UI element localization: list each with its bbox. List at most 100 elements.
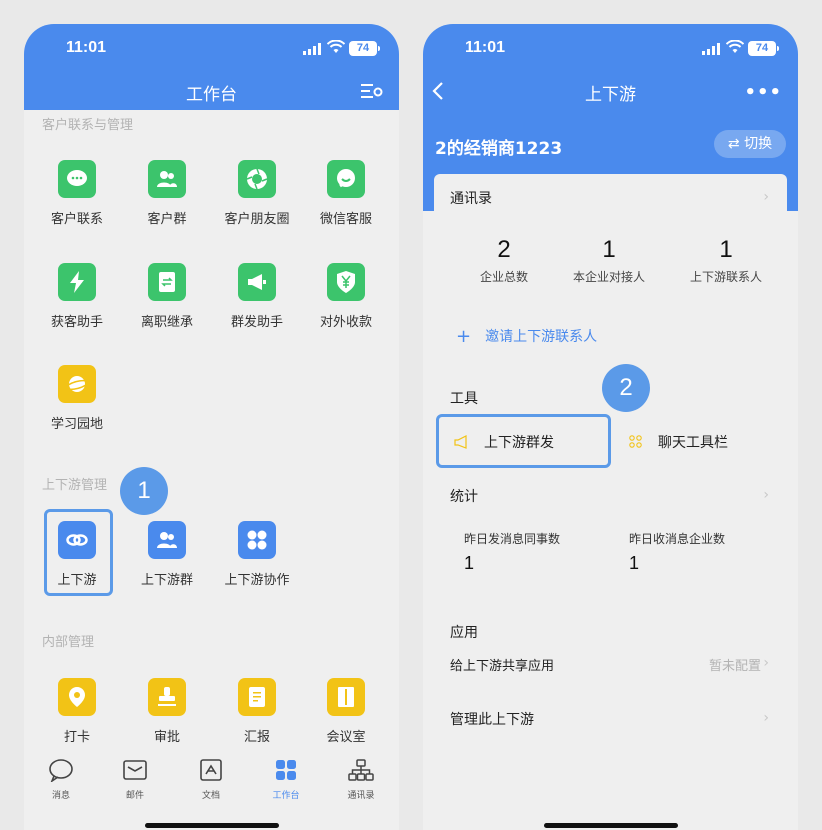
app-label: 汇报: [243, 730, 270, 745]
tools-section-label: 工具: [450, 391, 478, 407]
home-indicator: [145, 823, 279, 828]
settings-filter-icon[interactable]: [361, 81, 383, 101]
signal-icon: [303, 43, 321, 55]
door-icon: [327, 678, 365, 716]
contacts-icon: [348, 759, 374, 781]
app-supply-chain-group[interactable]: 上下游群: [127, 521, 207, 588]
statistics-row-label[interactable]: 统计: [450, 486, 478, 506]
chevron-right-icon: ›: [763, 655, 769, 671]
app-learning[interactable]: 学习园地: [37, 365, 117, 432]
stat-value: 2: [497, 236, 511, 263]
toolbar-icon: [629, 435, 642, 448]
stat-own-contacts[interactable]: 1 本企业对接人: [554, 236, 664, 285]
tab-workbench[interactable]: 工作台: [256, 758, 316, 801]
bottom-tab-bar: 消息 邮件 文档 工作台 通讯录: [24, 750, 399, 810]
app-wechat-service[interactable]: 微信客服: [306, 160, 386, 227]
stat-enterprises[interactable]: 2 企业总数: [449, 236, 559, 285]
step-badge: 2: [602, 364, 650, 412]
app-label: 上下游协作: [224, 573, 290, 588]
app-meeting-room[interactable]: 会议室: [306, 678, 386, 745]
app-lead-assistant[interactable]: 获客助手: [37, 263, 117, 330]
mail-icon: [123, 760, 147, 780]
aperture-icon: [238, 160, 276, 198]
app-approval[interactable]: 审批: [127, 678, 207, 745]
planet-icon: [58, 365, 96, 403]
app-report[interactable]: 汇报: [217, 678, 297, 745]
tab-messages[interactable]: 消息: [31, 758, 91, 801]
status-time: 11:01: [66, 39, 107, 56]
battery-icon: 74: [349, 41, 380, 56]
page-title: 工作台: [186, 85, 237, 105]
wifi-icon: [327, 40, 345, 53]
app-supply-chain-collab[interactable]: 上下游协作: [217, 521, 297, 588]
transfer-icon: [148, 263, 186, 301]
document-icon: [200, 759, 222, 781]
apps-section-label: 应用: [450, 625, 478, 641]
workbench-screen: 11:01 74 工作台 客户联系与管理 客户联系 客户群 客户朋友圈 微信客服…: [24, 24, 399, 830]
chevron-right-icon: ›: [763, 487, 769, 503]
stat-caption: 昨日收消息企业数: [629, 532, 726, 546]
stamp-icon: [148, 678, 186, 716]
section-internal-label: 内部管理: [42, 635, 95, 650]
tab-mail[interactable]: 邮件: [105, 758, 165, 801]
signal-icon: [702, 43, 720, 55]
app-checkin[interactable]: 打卡: [37, 678, 117, 745]
app-label: 离职继承: [140, 315, 193, 330]
app-label: 对外收款: [319, 315, 372, 330]
lightning-icon: [58, 263, 96, 301]
tab-label: 消息: [51, 791, 70, 801]
contacts-row-label[interactable]: 通讯录: [450, 188, 492, 208]
status-bar: 11:01 74: [24, 39, 399, 59]
tab-label: 文档: [201, 791, 220, 801]
page-title: 上下游: [585, 85, 636, 105]
app-external-payment[interactable]: 对外收款: [306, 263, 386, 330]
manage-row[interactable]: 管理此上下游: [450, 709, 534, 729]
chat-bubble-icon: [58, 160, 96, 198]
app-label: 客户联系: [50, 212, 103, 227]
app-label: 群发助手: [230, 315, 283, 330]
more-button[interactable]: •••: [744, 82, 782, 103]
stat-caption: 本企业对接人: [572, 270, 645, 284]
stat-caption: 企业总数: [479, 270, 528, 284]
stat-value: 1: [629, 553, 640, 573]
group-icon: [148, 160, 186, 198]
tool-chat-toolbar[interactable]: 聊天工具栏: [628, 432, 728, 452]
chevron-right-icon: ›: [763, 189, 769, 205]
grid-icon: [238, 521, 276, 559]
stat-partner-contacts[interactable]: 1 上下游联系人: [671, 236, 781, 285]
plus-icon: +: [456, 326, 472, 347]
app-label: 获客助手: [50, 315, 103, 330]
tab-contacts[interactable]: 通讯录: [331, 758, 391, 801]
app-customer-group[interactable]: 客户群: [127, 160, 207, 227]
tab-label: 邮件: [125, 791, 144, 801]
invite-label: 邀请上下游联系人: [485, 329, 598, 345]
detail-card: 通讯录 › 2 企业总数 1 本企业对接人 1 上下游联系人 + 邀请上下游联系人…: [434, 174, 787, 830]
tool-label: 聊天工具栏: [658, 435, 728, 451]
app-resign-transfer[interactable]: 离职继承: [127, 263, 207, 330]
app-label: 学习园地: [50, 417, 103, 432]
status-time: 11:01: [465, 39, 506, 56]
stat-received-enterprises: 昨日收消息企业数 1: [629, 530, 725, 574]
home-indicator: [544, 823, 678, 828]
app-customer-contact[interactable]: 客户联系: [37, 160, 117, 227]
report-icon: [238, 678, 276, 716]
app-label: 打卡: [63, 730, 90, 745]
group-icon: [148, 521, 186, 559]
yuan-shield-icon: [327, 263, 365, 301]
tab-docs[interactable]: 文档: [181, 758, 241, 801]
app-label: 上下游群: [140, 573, 193, 588]
app-customer-moments[interactable]: 客户朋友圈: [217, 160, 297, 227]
stat-value: 1: [464, 553, 475, 573]
share-apps-row[interactable]: 给上下游共享应用: [450, 655, 554, 674]
location-pin-icon: [58, 678, 96, 716]
header-bar: 11:01 74 工作台: [24, 24, 399, 110]
stat-caption: 昨日发消息同事数: [464, 532, 561, 546]
invite-contacts-button[interactable]: + 邀请上下游联系人: [456, 326, 597, 347]
step-highlight-box: [44, 509, 113, 596]
switch-button[interactable]: ⇄ 切换: [714, 130, 786, 158]
wifi-icon: [726, 40, 744, 53]
app-broadcast[interactable]: 群发助手: [217, 263, 297, 330]
share-apps-value: 暂未配置: [708, 659, 761, 674]
message-icon: [49, 759, 73, 784]
chevron-right-icon: ›: [763, 710, 769, 726]
